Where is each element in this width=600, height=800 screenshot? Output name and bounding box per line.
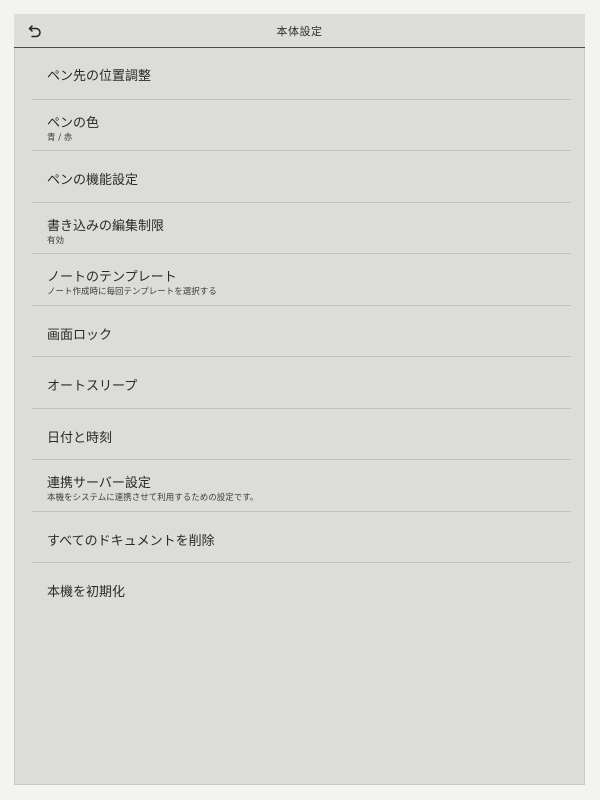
settings-item-value: 青 / 赤 [47,132,73,143]
settings-item-note-template[interactable]: ノートのテンプレート ノート作成時に毎回テンプレートを選択する [14,254,585,306]
device-frame: 本体設定 ペン先の位置調整 ペンの色 青 / 赤 ペンの機能設定 書き込みの編集… [0,0,600,800]
page-title: 本体設定 [276,25,323,38]
settings-item-label: 日付と時刻 [47,430,113,446]
device-screen: 本体設定 ペン先の位置調整 ペンの色 青 / 赤 ペンの機能設定 書き込みの編集… [14,14,585,785]
settings-item-edit-restriction[interactable]: 書き込みの編集制限 有効 [14,203,585,255]
settings-item-value: ノート作成時に毎回テンプレートを選択する [47,287,217,297]
settings-item-pen-tip-calibration[interactable]: ペン先の位置調整 [14,48,585,100]
settings-item-pen-color[interactable]: ペンの色 青 / 赤 [14,100,585,152]
settings-item-label: ペンの機能設定 [47,173,139,188]
settings-item-label: 本機を初期化 [47,585,126,600]
settings-item-pen-function[interactable]: ペンの機能設定 [14,151,585,203]
settings-item-label: 連携サーバー設定 [47,476,151,491]
settings-item-value: 本機をシステムに連携させて利用するための設定です。 [47,493,259,503]
settings-item-label: 画面ロック [47,327,113,343]
settings-item-factory-reset[interactable]: 本機を初期化 [14,563,585,615]
settings-item-label: ペン先の位置調整 [47,69,152,84]
settings-item-label: 書き込みの編集制限 [47,218,165,234]
settings-item-label: ノートのテンプレート [47,270,177,285]
settings-item-auto-sleep[interactable]: オートスリープ [14,357,585,409]
settings-list: ペン先の位置調整 ペンの色 青 / 赤 ペンの機能設定 書き込みの編集制限 有効… [14,48,585,615]
settings-item-screen-lock[interactable]: 画面ロック [14,306,585,358]
settings-item-server-link[interactable]: 連携サーバー設定 本機をシステムに連携させて利用するための設定です。 [14,460,585,512]
settings-item-date-time[interactable]: 日付と時刻 [14,409,585,461]
settings-item-value: 有効 [47,235,65,246]
settings-item-label: オートスリープ [47,379,138,394]
header-bar: 本体設定 [14,14,585,48]
settings-item-label: ペンの色 [47,115,100,131]
settings-item-delete-all-documents[interactable]: すべてのドキュメントを削除 [14,512,585,564]
settings-item-label: すべてのドキュメントを削除 [47,533,215,549]
